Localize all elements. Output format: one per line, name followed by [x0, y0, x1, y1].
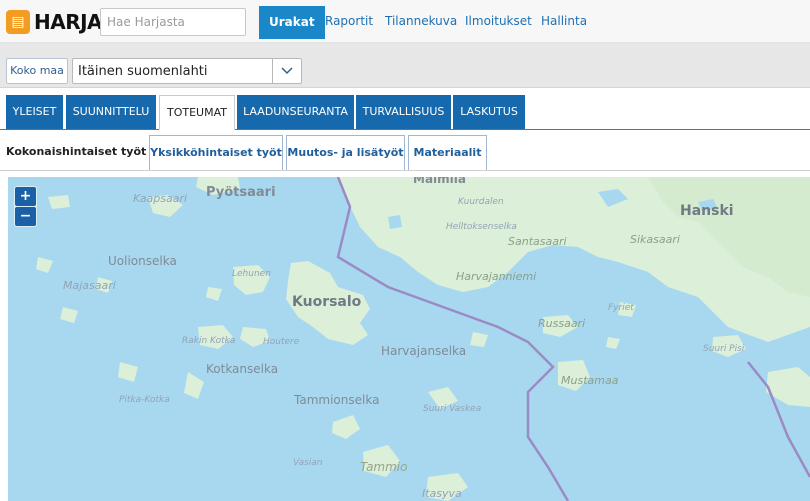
chevron-down-icon[interactable]	[272, 59, 301, 83]
map-label: Harvajanselka	[381, 344, 467, 358]
map-canvas	[36, 177, 810, 501]
map-label: Russaari	[538, 317, 586, 330]
logo-text: HARJA	[34, 10, 103, 34]
logo-icon: ▤	[6, 10, 30, 34]
map-label: Vasian	[293, 458, 323, 468]
subtab-materiaalit[interactable]: Materiaalit	[408, 135, 487, 170]
subtab-muutos-lisatyot[interactable]: Muutos- ja lisätyöt	[286, 135, 405, 170]
subtab-yksikkohintaiset[interactable]: Yksikköhintaiset työt	[149, 135, 283, 170]
top-navbar: ▤ HARJA Urakat Raportit Tilannekuva Ilmo…	[0, 0, 810, 43]
subtab-kokonaishintaiset[interactable]: Kokonaishintaiset työt	[6, 135, 146, 170]
map-label: Sikasaari	[630, 233, 680, 246]
map-label: Kaapsaari	[133, 192, 188, 205]
sub-tabs: Kokonaishintaiset työt Yksikköhintaiset …	[0, 130, 810, 171]
contract-select[interactable]: Itäinen suomenlahti	[72, 58, 302, 84]
tab-yleiset[interactable]: YLEISET	[6, 95, 63, 129]
map-label: Suuri Vaskea	[423, 404, 482, 414]
nav-tilannekuva[interactable]: Tilannekuva	[385, 0, 457, 39]
map-label: Houtere	[263, 337, 300, 347]
map[interactable]: Pyötsaari Kaapsaari Malmila Kuurdalen Ha…	[8, 177, 810, 501]
map-label: Kuurdalen	[458, 197, 504, 207]
tab-turvallisuus[interactable]: TURVALLISUUS	[356, 95, 451, 129]
map-label: Harvajanniemi	[456, 270, 537, 283]
map-label: Helltoksenselka	[446, 222, 517, 232]
map-label: Santasaari	[508, 235, 567, 248]
nav-hallinta[interactable]: Hallinta	[541, 0, 587, 39]
map-label: Uolionselka	[108, 254, 177, 268]
map-label: Mustamaa	[561, 374, 619, 387]
map-label: Pitka-Kotka	[119, 395, 170, 405]
harja-logo[interactable]: ▤ HARJA	[6, 9, 103, 35]
map-label: Kotkanselka	[206, 362, 279, 376]
nav-raportit[interactable]: Raportit	[325, 0, 373, 39]
map-label: Pyötsaari	[206, 185, 276, 200]
map-label: Tammio	[360, 460, 408, 474]
tab-laskutus[interactable]: LASKUTUS	[453, 95, 525, 129]
nav-urakat[interactable]: Urakat	[259, 6, 325, 39]
tab-toteumat[interactable]: TOTEUMAT	[159, 95, 235, 130]
map-label: Malmila	[413, 177, 466, 186]
map-label: Lehunen	[232, 269, 271, 279]
main-tabs: YLEISET SUUNNITTELU TOTEUMAT LAADUNSEURA…	[0, 94, 810, 130]
map-zoom-controls: + −	[14, 186, 37, 227]
tab-suunnittelu[interactable]: SUUNNITTELU	[66, 95, 156, 129]
nav-ilmoitukset[interactable]: Ilmoitukset	[465, 0, 532, 39]
map-label: Kuorsalo	[292, 294, 362, 310]
contract-selector-bar: Koko maa Itäinen suomenlahti	[0, 43, 810, 88]
zoom-out-button[interactable]: −	[15, 207, 36, 226]
map-label: Majasaari	[63, 279, 116, 292]
search-input[interactable]	[100, 8, 246, 36]
contract-select-value: Itäinen suomenlahti	[78, 64, 208, 79]
tab-laadunseuranta[interactable]: LAADUNSEURANTA	[237, 95, 354, 129]
map-label: Hanski	[680, 203, 734, 219]
map-label: Tammionselka	[294, 393, 380, 407]
map-label: Rakin Kotka	[182, 336, 236, 346]
zoom-in-button[interactable]: +	[15, 187, 36, 206]
map-label: Itasyva	[422, 487, 462, 500]
map-label: Fyriet	[608, 303, 634, 313]
map-label: Suuri Pisi	[703, 344, 745, 354]
koko-maa-button[interactable]: Koko maa	[6, 58, 68, 84]
